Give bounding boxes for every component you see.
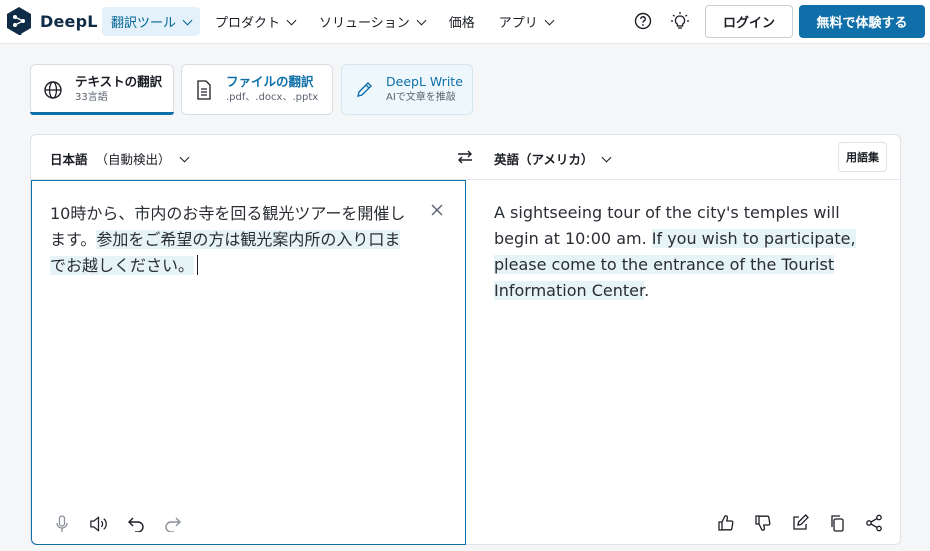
- thumbs-down-icon: [754, 514, 770, 531]
- share-button[interactable]: [864, 513, 883, 532]
- nav-apps[interactable]: アプリ: [490, 7, 562, 36]
- tab-file-translation[interactable]: ファイルの翻訳 .pdf、.docx、.pptx: [181, 64, 333, 115]
- undo-button[interactable]: [126, 514, 145, 533]
- free-trial-button[interactable]: 無料で体験する: [799, 5, 925, 38]
- deepl-logo[interactable]: DeepL: [6, 6, 98, 36]
- brand-name: DeepL: [40, 11, 98, 31]
- login-button[interactable]: ログイン: [705, 5, 793, 38]
- translated-text-end: .: [644, 281, 650, 300]
- chevron-down-icon: [544, 15, 555, 25]
- edit-button[interactable]: [790, 513, 809, 532]
- tab-subtitle: AIで文章を推敲: [386, 92, 456, 103]
- tab-deepl-write[interactable]: DeepL Write AIで文章を推敲: [341, 64, 473, 115]
- nav-label: 翻訳ツール: [111, 16, 177, 31]
- translated-text[interactable]: A sightseeing tour of the city's temples…: [494, 200, 889, 304]
- tab-subtitle: 33言語: [75, 92, 108, 103]
- chevron-down-icon: [286, 15, 297, 25]
- source-language-label: 日本語: [50, 152, 88, 167]
- clear-text-button[interactable]: [430, 202, 444, 221]
- tab-subtitle: .pdf、.docx、.pptx: [226, 92, 319, 103]
- tab-title: テキストの翻訳: [75, 74, 163, 89]
- source-text-area[interactable]: 10時から、市内のお寺を回る観光ツアーを開催します。参加をご希望の方は観光案内所…: [31, 180, 466, 545]
- source-language-selector[interactable]: 日本語 （自動検出）: [50, 149, 189, 168]
- target-language-selector[interactable]: 英語（アメリカ）: [494, 149, 612, 168]
- nav-pricing[interactable]: 価格: [440, 7, 484, 36]
- listen-button[interactable]: [89, 514, 108, 533]
- language-bar: 日本語 （自動検出） 英語（アメリカ） 用語集: [31, 135, 900, 180]
- undo-icon: [127, 517, 144, 532]
- active-tab-indicator: [30, 112, 174, 115]
- nav-solutions[interactable]: ソリューション: [310, 7, 434, 36]
- nav-translator-tools[interactable]: 翻訳ツール: [102, 7, 201, 36]
- tab-text-translation[interactable]: テキストの翻訳 33言語: [30, 64, 174, 115]
- glossary-button[interactable]: 用語集: [838, 142, 887, 172]
- nav-label: ソリューション: [319, 16, 410, 31]
- source-text[interactable]: 10時から、市内のお寺を回る観光ツアーを開催します。参加をご希望の方は観光案内所…: [50, 201, 410, 279]
- microphone-icon: [55, 514, 68, 532]
- source-text-highlighted: 参加をご希望の方は観光案内所の入り口までお越しください。: [50, 230, 401, 275]
- source-toolbar: [52, 514, 182, 533]
- thumbs-up-icon: [717, 514, 733, 531]
- redo-button[interactable]: [163, 514, 182, 533]
- share-icon: [865, 514, 882, 531]
- tips-button[interactable]: [669, 10, 691, 32]
- chevron-down-icon: [182, 15, 193, 25]
- translator-panel: 日本語 （自動検出） 英語（アメリカ） 用語集 10時から、市内のお寺を回る観光…: [30, 134, 901, 545]
- close-icon: [431, 204, 443, 216]
- thumbs-down-button[interactable]: [753, 513, 772, 532]
- nav-label: 価格: [448, 16, 475, 31]
- microphone-button[interactable]: [52, 514, 71, 533]
- target-language-label: 英語（アメリカ）: [494, 152, 594, 167]
- text-cursor: [197, 255, 199, 275]
- help-circle-icon: [634, 12, 652, 30]
- swap-icon: [458, 150, 472, 164]
- nav-products[interactable]: プロダクト: [206, 7, 304, 36]
- nav-label: プロダクト: [215, 16, 281, 31]
- top-navigation-bar: DeepL 翻訳ツール プロダクト ソリューション 価格 アプリ ログイン 無料…: [0, 0, 930, 44]
- redo-icon: [164, 517, 181, 532]
- speaker-icon: [90, 515, 107, 532]
- main-nav: 翻訳ツール プロダクト ソリューション 価格 アプリ: [102, 7, 568, 36]
- chevron-down-icon: [601, 152, 612, 162]
- tab-title: ファイルの翻訳: [226, 74, 314, 89]
- nav-label: アプリ: [498, 16, 538, 31]
- globe-icon: [31, 80, 75, 100]
- copy-icon: [830, 514, 844, 532]
- copy-button[interactable]: [827, 513, 846, 532]
- target-toolbar: [716, 513, 883, 532]
- pen-icon: [342, 81, 386, 99]
- swap-languages-button[interactable]: [455, 147, 475, 171]
- thumbs-up-button[interactable]: [716, 513, 735, 532]
- edit-icon: [792, 513, 809, 530]
- target-text-area: A sightseeing tour of the city's temples…: [467, 180, 900, 544]
- help-button[interactable]: [632, 10, 654, 32]
- deepl-logo-icon: [7, 7, 31, 35]
- document-icon: [182, 79, 226, 100]
- chevron-down-icon: [179, 152, 189, 162]
- lightbulb-icon: [671, 12, 689, 29]
- chevron-down-icon: [416, 15, 427, 25]
- auto-detect-note: （自動検出）: [95, 152, 171, 167]
- tab-title: DeepL Write: [386, 74, 463, 89]
